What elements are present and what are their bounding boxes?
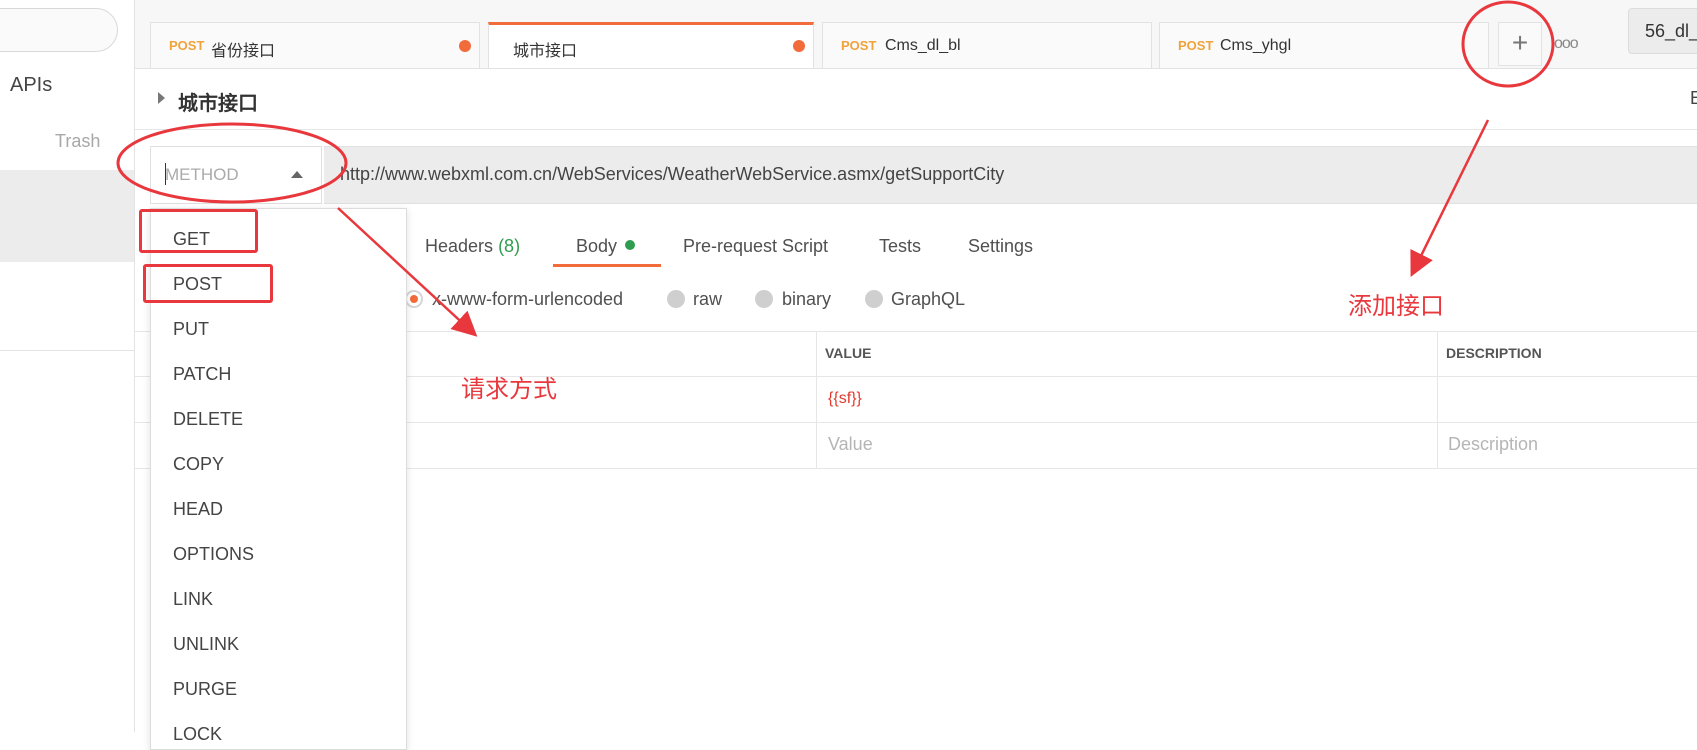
method-option-copy[interactable]: COPY: [173, 454, 224, 475]
sidebar-trash-link[interactable]: Trash: [55, 131, 100, 152]
graphql-label: GraphQL: [891, 289, 966, 309]
headers-label: Headers: [425, 236, 494, 256]
sidebar-apis-tab[interactable]: APIs: [10, 74, 52, 97]
tab-body[interactable]: Body: [576, 236, 636, 257]
radio-binary[interactable]: [755, 290, 773, 308]
method-option-options[interactable]: OPTIONS: [173, 544, 254, 565]
request-title: 城市接口: [178, 93, 258, 115]
method-option-unlink[interactable]: UNLINK: [173, 634, 239, 655]
title-edge-text[interactable]: E: [1690, 88, 1697, 109]
title-divider: [135, 129, 1697, 130]
request-tab[interactable]: POST Cms_yhgl: [1159, 22, 1489, 68]
tab-headers[interactable]: Headers (8): [425, 236, 520, 257]
method-select[interactable]: METHOD: [150, 146, 322, 204]
method-placeholder: METHOD: [165, 165, 239, 184]
tab-pre-request-script[interactable]: Pre-request Script: [683, 236, 828, 257]
request-tab-active[interactable]: 城市接口: [488, 22, 814, 68]
headers-count: (8): [498, 236, 521, 256]
unsaved-dot-icon: [793, 40, 805, 52]
urlencoded-label: x-www-form-urlencoded: [432, 289, 624, 309]
body-active-dot-icon: [625, 240, 636, 250]
sidebar-divider: [0, 350, 134, 351]
request-tab[interactable]: POST Cms_dl_bl: [822, 22, 1152, 68]
tab-name: 省份接口: [211, 43, 276, 60]
tab-name: 城市接口: [513, 43, 578, 60]
tab-method-label: POST: [841, 38, 877, 53]
radio-raw[interactable]: [667, 290, 685, 308]
binary-label: binary: [782, 289, 832, 309]
more-tabs-icon[interactable]: ooo: [1554, 35, 1579, 53]
row-value-cell[interactable]: {{sf}}: [828, 390, 862, 408]
table-column-divider: [1437, 332, 1438, 469]
tab-name: Cms_yhgl: [1220, 37, 1292, 54]
method-option-lock[interactable]: LOCK: [173, 724, 222, 745]
collapse-caret-icon[interactable]: [158, 92, 165, 104]
value-column-header: VALUE: [825, 345, 872, 361]
method-option-patch[interactable]: PATCH: [173, 364, 231, 385]
tab-method-label: POST: [169, 38, 205, 53]
method-option-link[interactable]: LINK: [173, 589, 213, 610]
sidebar: APIs Trash: [0, 0, 135, 732]
sidebar-search-input[interactable]: [0, 8, 118, 52]
annotation-request-method: 请求方式: [461, 376, 557, 403]
url-text: http://www.webxml.com.cn/WebServices/Wea…: [340, 164, 1005, 184]
tab-name: Cms_dl_bl: [885, 37, 961, 54]
body-label: Body: [576, 236, 618, 256]
method-option-purge[interactable]: PURGE: [173, 679, 237, 700]
radio-urlencoded[interactable]: [405, 290, 423, 308]
request-tab[interactable]: POST 省份接口: [150, 22, 480, 68]
annotation-box-post: [143, 264, 273, 303]
tab-tests[interactable]: Tests: [879, 236, 921, 257]
chevron-up-icon: [291, 171, 303, 178]
url-input[interactable]: http://www.webxml.com.cn/WebServices/Wea…: [324, 146, 1697, 204]
environment-name: 56_dl_: [1645, 21, 1697, 41]
tab-settings[interactable]: Settings: [968, 236, 1033, 257]
environment-selector[interactable]: 56_dl_: [1628, 8, 1697, 54]
active-tab-underline: [553, 264, 661, 267]
raw-label: raw: [693, 289, 723, 309]
description-input[interactable]: Description: [1448, 434, 1538, 455]
value-input[interactable]: Value: [828, 434, 873, 455]
annotation-box-get: [139, 209, 258, 253]
radio-graphql[interactable]: [865, 290, 883, 308]
table-column-divider: [816, 332, 817, 469]
tab-method-label: POST: [1178, 38, 1214, 53]
description-column-header: DESCRIPTION: [1446, 345, 1542, 361]
annotation-add-api: 添加接口: [1348, 293, 1444, 320]
unsaved-dot-icon: [459, 40, 471, 52]
new-tab-plus-icon[interactable]: +: [1498, 22, 1542, 66]
method-option-put[interactable]: PUT: [173, 319, 209, 340]
sidebar-selected-item[interactable]: [0, 170, 134, 262]
method-option-delete[interactable]: DELETE: [173, 409, 243, 430]
method-option-head[interactable]: HEAD: [173, 499, 223, 520]
